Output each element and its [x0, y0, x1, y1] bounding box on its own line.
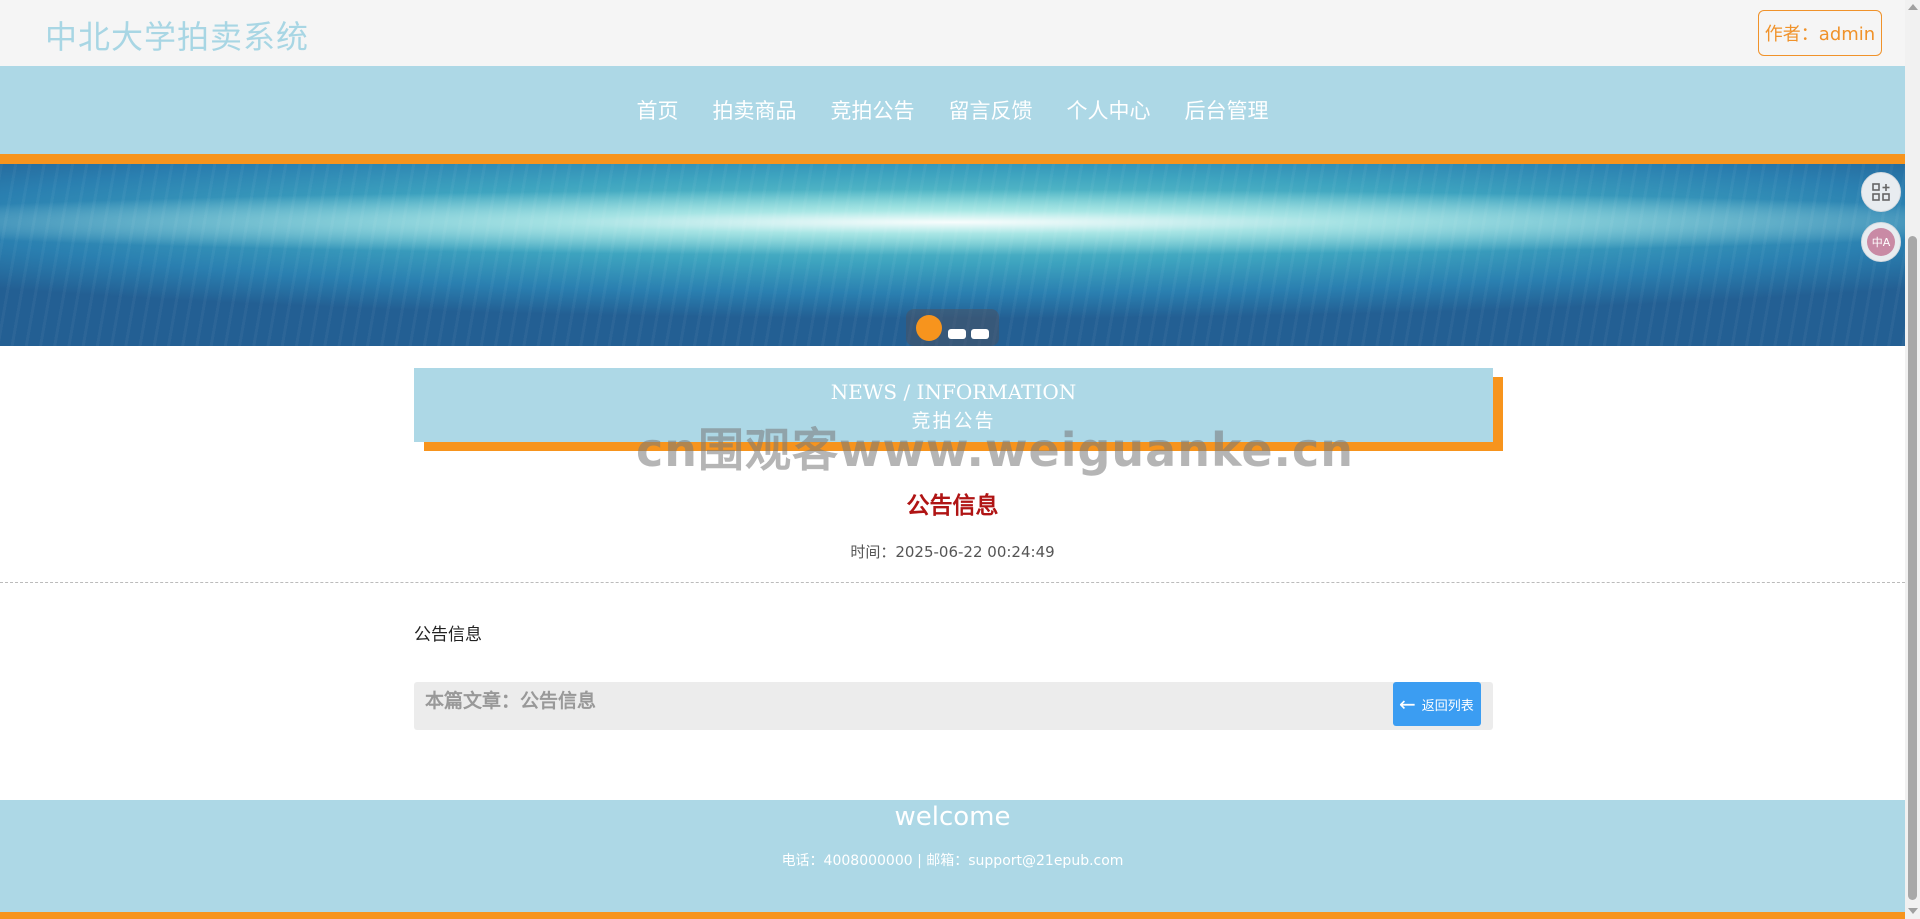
back-to-list-button[interactable]: ← 返回列表	[1393, 682, 1481, 726]
section-title-en: NEWS / INFORMATION	[830, 380, 1077, 404]
article-reference-bar: 本篇文章：公告信息 ← 返回列表	[414, 682, 1493, 730]
nav-item-personal-center[interactable]: 个人中心	[1067, 95, 1151, 125]
site-title[interactable]: 中北大学拍卖系统	[45, 12, 309, 58]
footer-accent-stripe	[0, 912, 1905, 919]
translate-icon: 中A	[1867, 228, 1895, 256]
carousel-dot-active[interactable]	[916, 315, 942, 341]
article-reference: 本篇文章：公告信息	[425, 690, 597, 712]
page-footer: welcome 电话：4008000000 | 邮箱：support@21epu…	[0, 800, 1905, 912]
scroll-down-icon[interactable]	[1908, 908, 1918, 914]
nav-item-auction-goods[interactable]: 拍卖商品	[713, 95, 797, 125]
carousel-dot[interactable]	[948, 329, 966, 339]
main-nav: 首页 拍卖商品 竞拍公告 留言反馈 个人中心 后台管理	[0, 66, 1905, 154]
carousel-indicators	[906, 309, 999, 346]
divider	[0, 582, 1905, 583]
footer-contact: 电话：4008000000 | 邮箱：support@21epub.com	[781, 853, 1124, 869]
arrow-left-icon: ←	[1399, 692, 1416, 716]
carousel-dot[interactable]	[971, 329, 989, 339]
qr-grid-icon	[1872, 183, 1890, 201]
banner-carousel	[0, 164, 1905, 346]
nav-item-home[interactable]: 首页	[637, 95, 679, 125]
scrollbar[interactable]	[1905, 0, 1920, 919]
article-time: 时间：2025-06-22 00:24:49	[850, 543, 1055, 561]
nav-item-feedback[interactable]: 留言反馈	[949, 95, 1033, 125]
article-body: 公告信息	[414, 625, 482, 645]
top-header: 中北大学拍卖系统 作者：admin	[0, 0, 1905, 66]
translate-button[interactable]: 中A	[1861, 222, 1901, 262]
nav-item-admin[interactable]: 后台管理	[1185, 95, 1269, 125]
footer-welcome: welcome	[894, 802, 1011, 832]
author-button[interactable]: 作者：admin	[1758, 10, 1882, 56]
nav-item-bid-notices[interactable]: 竞拍公告	[831, 95, 915, 125]
nav-accent-stripe	[0, 154, 1905, 164]
back-to-list-label: 返回列表	[1421, 698, 1474, 714]
qr-code-button[interactable]	[1861, 172, 1901, 212]
scroll-up-icon[interactable]	[1908, 4, 1918, 10]
article-title: 公告信息	[906, 493, 999, 519]
scroll-thumb[interactable]	[1908, 236, 1917, 900]
watermark-text: cn围观客www.weiguanke.cn	[636, 423, 1355, 477]
